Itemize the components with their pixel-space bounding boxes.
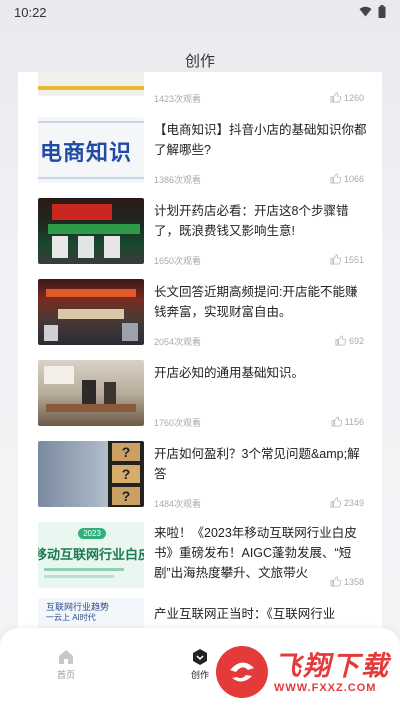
like-count-value: 1551 <box>343 254 364 265</box>
watermark-text: 飞翔下载 <box>274 651 390 681</box>
article-thumbnail <box>38 72 144 96</box>
page-title: 创作 <box>184 53 215 70</box>
view-count: 2054次观看 <box>154 337 202 347</box>
watermark-logo <box>216 646 268 698</box>
like-count: 1066 <box>330 173 364 184</box>
site-watermark: 飞翔下载 WWW.FXXZ.COM <box>216 640 400 704</box>
article-thumbnail <box>38 279 144 345</box>
tab-create-label: 创作 <box>190 670 209 680</box>
article-thumbnail: 互联网行业趋势 一云上 AI时代 <box>38 598 144 632</box>
question-mark-icon: ? <box>112 465 140 483</box>
article-title[interactable]: 【电商知识】抖音小店的基础知识你都了解哪些? <box>154 120 368 160</box>
like-count: 1156 <box>331 416 364 427</box>
wifi-icon <box>359 6 372 17</box>
article-title[interactable]: 产业互联网正当时：《互联网行业 <box>154 604 368 624</box>
like-count-value: 692 <box>348 335 364 346</box>
article-title[interactable]: 长文回答近期高频提问:开店能不能赚钱奔富，实现财富自由。 <box>154 282 368 322</box>
article-thumbnail <box>38 198 144 264</box>
view-count: 1650次观看 <box>154 256 202 266</box>
thumbnail-year-badge: 2023 <box>78 528 106 539</box>
article-list[interactable]: 1423次观看 1260 电商知识 【电商知识】抖音小店的基础知识你都了解哪些?… <box>18 72 382 632</box>
create-icon <box>193 649 207 665</box>
question-mark-icon: ? <box>112 443 140 461</box>
thumbs-up-icon <box>331 416 342 427</box>
thumbs-up-icon <box>330 497 341 508</box>
article-thumbnail: 电商知识 <box>38 117 144 183</box>
thumbs-up-icon <box>330 173 341 184</box>
article-title[interactable]: 开店如何盈利？3个常见问题&amp;解答 <box>154 444 368 484</box>
like-count-value: 2349 <box>343 497 364 508</box>
tab-home[interactable]: 首页 <box>36 648 96 681</box>
download-logo-icon <box>230 662 254 682</box>
like-count-value: 1358 <box>343 576 364 587</box>
thumbs-up-icon <box>330 254 341 265</box>
article-title[interactable]: 计划开药店必看：开店这8个步骤错了，既浪费钱又影响生意! <box>154 201 368 241</box>
thumbnail-caption: 移动互联网行业白皮书 <box>38 547 144 562</box>
status-icons <box>359 5 386 18</box>
tab-home-label: 首页 <box>56 670 75 680</box>
article-thumbnail: ? ? ? <box>38 441 144 507</box>
like-count-value: 1260 <box>343 92 364 103</box>
like-count-value: 1156 <box>344 416 364 427</box>
view-count: 1760次观看 <box>154 418 202 428</box>
like-count: 2349 <box>330 497 364 508</box>
status-time: 10:22 <box>14 5 47 20</box>
thumbs-up-icon <box>330 576 341 587</box>
view-count: 1423次观看 <box>154 94 202 104</box>
like-count: 1551 <box>330 254 364 265</box>
article-thumbnail <box>38 360 144 426</box>
article-title[interactable]: 开店必知的通用基础知识。 <box>154 363 368 383</box>
battery-icon <box>378 5 386 18</box>
like-count-value: 1066 <box>343 173 364 184</box>
thumbnail-subcaption: 一云上 AI时代 <box>46 613 96 622</box>
watermark-url: WWW.FXXZ.COM <box>274 682 377 694</box>
view-count: 1386次观看 <box>154 175 202 185</box>
thumbnail-caption: 电商知识 <box>40 140 133 165</box>
like-count: 692 <box>335 335 364 346</box>
article-thumbnail: 2023 移动互联网行业白皮书 <box>38 522 144 588</box>
view-count: 1484次观看 <box>154 499 202 509</box>
home-icon <box>59 650 73 664</box>
thumbs-up-icon <box>330 92 341 103</box>
thumbs-up-icon <box>335 335 346 346</box>
like-count: 1260 <box>330 92 364 103</box>
article-title[interactable]: 来啦！《2023年移动互联网行业白皮书》重磅发布！AIGC蓬勃发展、“短剧”出海… <box>154 523 368 583</box>
status-bar: 10:22 <box>0 0 400 24</box>
question-mark-icon: ? <box>112 487 140 505</box>
like-count: 1358 <box>330 576 364 587</box>
